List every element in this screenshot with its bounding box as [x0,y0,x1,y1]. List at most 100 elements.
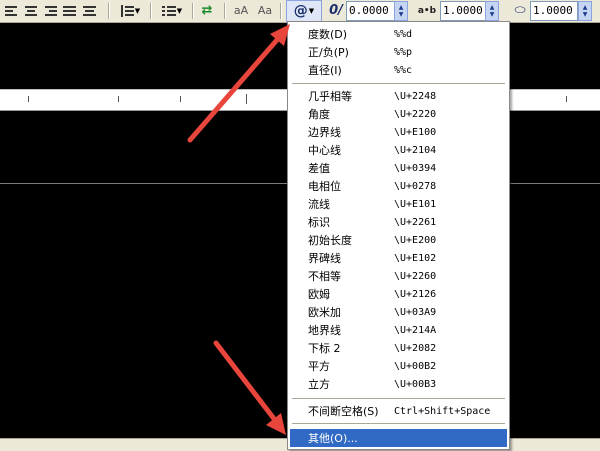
menu-item-label: 不相等 [308,270,341,283]
menu-item[interactable]: 几乎相等 \U+2248 [290,87,507,105]
menu-item-code: \U+E101 [394,198,437,210]
distribute-button[interactable] [82,2,98,19]
menu-item[interactable]: 标识 \U+2261 [290,213,507,231]
menu-item-label: 初始长度 [308,234,352,247]
justify-icon [63,5,77,17]
line-spacing-icon [120,4,134,17]
menu-item-label: 角度 [308,108,330,121]
align-right-button[interactable] [44,2,60,19]
menu-item-label: 边界线 [308,126,341,139]
menu-item-label: 正/负(P) [308,46,349,59]
align-center-icon [25,5,39,17]
menu-item[interactable]: 中心线 \U+2104 [290,141,507,159]
menu-item-code: \U+E200 [394,234,437,246]
menu-item-label: 立方 [308,378,330,391]
tracking-icon: a•b [417,5,437,16]
align-right-icon [45,5,59,17]
menu-item[interactable]: 欧米加 \U+03A9 [290,303,507,321]
line-spacing-button[interactable]: ▼ [116,2,144,19]
menu-item[interactable]: 边界线 \U+E100 [290,123,507,141]
menu-item-code: \U+2082 [394,342,437,354]
toolbar-separator [108,3,110,19]
menu-item-label: 标识 [308,216,330,229]
lowercase-button[interactable]: Aa [256,2,274,19]
menu-item-code: \U+214A [394,324,437,336]
menu-item[interactable]: 地界线 \U+214A [290,321,507,339]
menu-separator [292,83,505,85]
menu-item-label: 平方 [308,360,330,373]
menu-item[interactable]: 差值 \U+0394 [290,159,507,177]
menu-item[interactable]: 流线 \U+E101 [290,195,507,213]
menu-item-code: \U+03A9 [394,306,437,318]
insert-field-button[interactable]: ⇄ [198,2,216,19]
menu-item[interactable]: 不相等 \U+2260 [290,267,507,285]
toolbar-separator [150,3,152,19]
symbol-menu: 度数(D) %%d 正/负(P) %%p 直径(I) %%c 几乎相等 \U+2248 角度 \… [287,21,510,450]
menu-item-nbsp[interactable]: 不间断空格(S) Ctrl+Shift+Space [290,402,507,420]
chevron-down-icon: ▼ [176,6,183,15]
menu-item-other[interactable]: 其他(O)... [290,429,507,447]
menu-item-label: 下标 2 [308,342,341,355]
menu-item-label: 直径(I) [308,64,342,77]
menu-item-code: \U+0278 [394,180,437,192]
justify-button[interactable] [62,2,78,19]
menu-item-code: \U+00B3 [394,378,437,390]
menu-item-code: \U+E100 [394,126,437,138]
chevron-down-icon: ▼ [308,7,315,15]
menu-item[interactable]: 角度 \U+2220 [290,105,507,123]
oblique-angle-icon: 0/ [329,3,343,18]
menu-item[interactable]: 平方 \U+00B2 [290,357,507,375]
menu-item-label: 几乎相等 [308,90,352,103]
tracking-spinner[interactable]: ▲ ▼ [485,1,499,21]
oblique-angle-spinner[interactable]: ▲ ▼ [394,1,408,21]
align-center-button[interactable] [24,2,40,19]
menu-item-code: \U+2261 [394,216,437,228]
symbol-button[interactable]: @ ▼ [286,0,322,22]
menu-item-code: \U+E102 [394,252,437,264]
menu-item-label: 地界线 [308,324,341,337]
menu-item[interactable]: 欧姆 \U+2126 [290,285,507,303]
menu-item-code: %%c [394,64,413,76]
menu-item-label: 中心线 [308,144,341,157]
numbering-button[interactable]: ▼ [158,2,186,19]
arrow-to-other-item [213,340,286,435]
menu-item-code: \U+2104 [394,144,437,156]
menu-item-code: \U+2220 [394,108,437,120]
menu-item-label: 其他(O)... [308,432,358,445]
menu-item[interactable]: 度数(D) %%d [290,25,507,43]
width-factor-icon: ⬭ [514,3,526,18]
menu-item-label: 电相位 [308,180,341,193]
menu-item-code: \U+2126 [394,288,437,300]
tracking-input[interactable]: 1.0000 [440,1,486,21]
menu-item-code: \U+2260 [394,270,437,282]
align-left-button[interactable] [4,2,20,19]
menu-item-code: \U+0394 [394,162,437,174]
chevron-down-icon: ▼ [134,6,141,15]
menu-item-label: 界碑线 [308,252,341,265]
menu-item[interactable]: 立方 \U+00B3 [290,375,507,393]
list-icon [161,5,176,17]
menu-item-code: %%p [394,46,413,58]
menu-item[interactable]: 直径(I) %%c [290,61,507,79]
oblique-angle-input[interactable]: 0.0000 [346,1,396,21]
menu-item-label: 流线 [308,198,330,211]
menu-item[interactable]: 下标 2 \U+2082 [290,339,507,357]
menu-item[interactable]: 界碑线 \U+E102 [290,249,507,267]
align-left-icon [5,5,19,17]
uppercase-button[interactable]: aA [232,2,250,19]
toolbar-separator [280,3,282,19]
menu-item[interactable]: 电相位 \U+0278 [290,177,507,195]
menu-item-code: \U+2248 [394,90,437,102]
width-factor-spinner[interactable]: ▲ ▼ [578,1,592,21]
menu-item-label: 度数(D) [308,28,348,41]
menu-separator [292,398,505,400]
distribute-icon [83,5,97,17]
text-formatting-toolbar: ▼ ▼ ⇄ aA Aa @ ▼ 0/ 0.0000 ▲ ▼ a•b 1.0000 … [0,0,600,23]
menu-item[interactable]: 初始长度 \U+E200 [290,231,507,249]
menu-item-shortcut: Ctrl+Shift+Space [394,405,491,417]
width-factor-input[interactable]: 1.0000 [530,1,578,21]
menu-item-label: 欧姆 [308,288,330,301]
toolbar-separator [192,3,194,19]
at-symbol-icon: @ [293,3,308,19]
menu-item[interactable]: 正/负(P) %%p [290,43,507,61]
